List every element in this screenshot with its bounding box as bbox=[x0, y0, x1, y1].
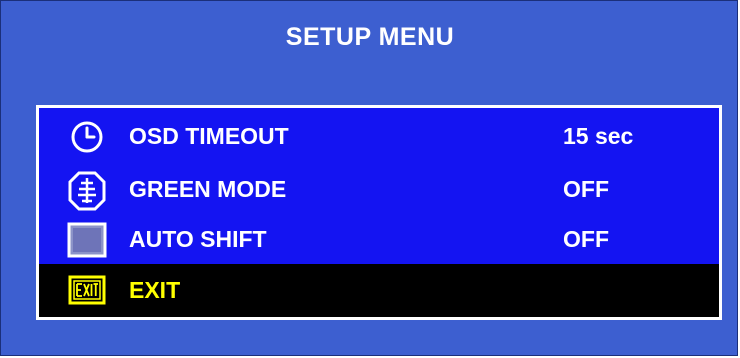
menu-item-label: AUTO SHIFT bbox=[129, 226, 267, 252]
menu-item-auto-shift[interactable]: AUTO SHIFT OFF bbox=[39, 215, 719, 265]
menu-item-label: EXIT bbox=[129, 277, 181, 303]
menu-item-value: OFF bbox=[563, 226, 609, 252]
menu-item-green-mode[interactable]: GREEN MODE OFF bbox=[39, 165, 719, 215]
menu-item-label: GREEN MODE bbox=[129, 176, 287, 202]
menu-title: SETUP MENU bbox=[285, 23, 455, 51]
auto-shift-icon bbox=[66, 221, 108, 259]
menu-item-label: OSD TIMEOUT bbox=[129, 123, 289, 149]
green-mode-icon bbox=[66, 171, 108, 211]
menu-list: OSD TIMEOUT 15 sec GREEN MODE OFF AUTO S… bbox=[36, 105, 722, 320]
clock-icon bbox=[66, 118, 108, 156]
osd-window: SETUP MENU OSD TIMEOUT 15 sec GREEN MODE… bbox=[0, 0, 738, 356]
menu-item-value: OFF bbox=[563, 176, 609, 202]
menu-item-value: 15 sec bbox=[563, 123, 634, 149]
menu-item-exit[interactable]: EXIT bbox=[39, 264, 719, 317]
menu-item-osd-timeout[interactable]: OSD TIMEOUT 15 sec bbox=[39, 112, 719, 162]
exit-icon bbox=[66, 272, 108, 310]
